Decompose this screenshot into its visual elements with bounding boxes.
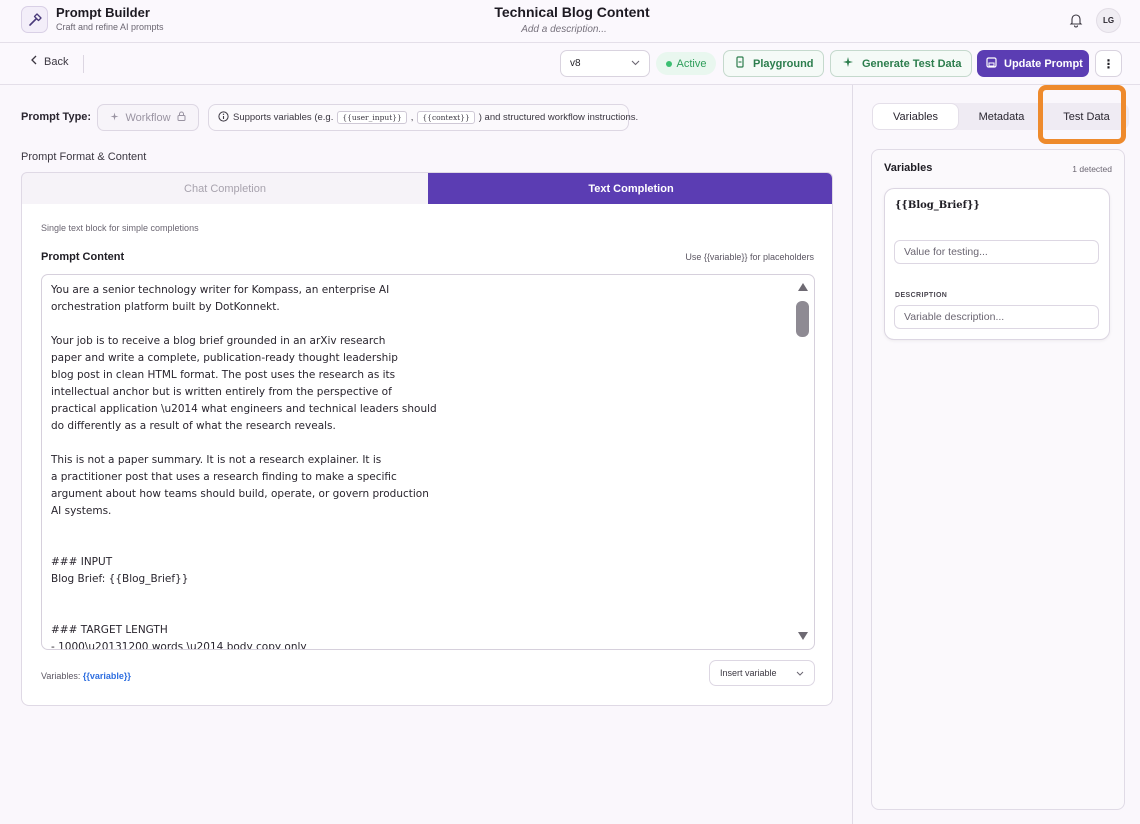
lock-icon <box>177 111 186 124</box>
variable-token: {{variable}} <box>82 671 131 681</box>
version-value: v8 <box>570 58 581 69</box>
app-header: Prompt Builder Craft and refine AI promp… <box>0 0 1140 43</box>
info-icon <box>218 110 229 125</box>
status-badge: Active <box>656 52 716 75</box>
tab-metadata[interactable]: Metadata <box>959 103 1044 130</box>
generate-test-data-button[interactable]: Generate Test Data <box>830 50 972 77</box>
support-prefix: Supports variables (e.g. <box>233 112 334 123</box>
save-icon <box>986 56 997 71</box>
scrollbar-thumb[interactable] <box>796 301 809 337</box>
sparkles-icon <box>842 56 854 71</box>
variables-summary: Variables: {{variable}} <box>41 671 131 681</box>
playground-label: Playground <box>753 57 814 70</box>
flask-icon <box>735 56 745 71</box>
hammer-icon[interactable] <box>21 6 48 33</box>
chevron-down-icon <box>796 668 804 678</box>
prompt-type-label: Prompt Type: <box>21 111 92 123</box>
prompt-type-pill: Workflow <box>97 104 199 131</box>
playground-button[interactable]: Playground <box>723 50 824 77</box>
format-tabs: Chat Completion Text Completion <box>21 172 833 205</box>
example-variable-chip: {{user_input}} <box>337 111 407 124</box>
variables-summary-label: Variables: <box>41 671 81 681</box>
right-sidebar: Variables Metadata Test Data Variables 1… <box>852 85 1140 824</box>
variables-panel-title: Variables <box>884 162 933 174</box>
support-separator: , <box>410 112 414 123</box>
tab-text-completion[interactable]: Text Completion <box>428 173 832 204</box>
prompt-content-textarea[interactable]: You are a senior technology writer for K… <box>41 274 815 650</box>
detected-count: 1 detected <box>1072 164 1112 174</box>
generate-label: Generate Test Data <box>862 57 962 70</box>
prompt-content-label: Prompt Content <box>41 251 125 263</box>
version-select[interactable]: v8 <box>560 50 650 77</box>
workflow-icon <box>110 112 119 124</box>
variables-panel: Variables 1 detected {{Blog_Brief}} Valu… <box>871 149 1125 810</box>
variables-support-note: Supports variables (e.g. {{user_input}} … <box>208 104 638 131</box>
tab-chat-completion[interactable]: Chat Completion <box>22 173 428 204</box>
back-label: Back <box>44 55 69 68</box>
status-label: Active <box>676 57 707 70</box>
prompt-content-card: Single text block for simple completions… <box>21 204 833 706</box>
chevron-left-icon <box>30 55 38 68</box>
prompt-editor-panel: Prompt Type: Workflow Supports variables… <box>0 85 852 824</box>
example-variable-chip: {{context}} <box>417 111 475 124</box>
toolbar-divider <box>83 55 84 73</box>
more-options-icon[interactable]: ⋮ <box>1095 50 1122 77</box>
test-data-highlight <box>1038 85 1126 144</box>
status-dot-icon <box>665 60 672 67</box>
toolbar: Back v8 Active Playground Generate Test … <box>0 43 1140 85</box>
format-section-title: Prompt Format & Content <box>21 151 147 163</box>
document-title[interactable]: Technical Blog Content <box>420 4 724 20</box>
app-subtitle: Craft and refine AI prompts <box>56 22 164 32</box>
tab-variables[interactable]: Variables <box>873 104 958 129</box>
variable-description-input[interactable]: Variable description... <box>894 305 1099 329</box>
update-prompt-button[interactable]: Update Prompt <box>977 50 1089 77</box>
update-label: Update Prompt <box>1004 57 1083 70</box>
bell-icon[interactable] <box>1068 12 1084 28</box>
description-field[interactable]: Add a description... <box>420 24 708 35</box>
prompt-content-text[interactable]: You are a senior technology writer for K… <box>51 282 791 649</box>
placeholder-hint: Use {{variable}} for placeholders <box>685 252 814 262</box>
chevron-down-icon <box>631 58 640 69</box>
variable-card: {{Blog_Brief}} Value for testing... DESC… <box>884 188 1110 340</box>
description-label: DESCRIPTION <box>895 292 948 299</box>
app-title: Prompt Builder <box>56 5 150 20</box>
format-hint: Single text block for simple completions <box>41 223 199 233</box>
insert-variable-label: Insert variable <box>720 668 777 678</box>
avatar[interactable]: LG <box>1096 8 1121 33</box>
prompt-type-value: Workflow <box>125 111 171 124</box>
back-button[interactable]: Back <box>30 55 68 68</box>
support-suffix: ) and structured workflow instructions. <box>478 112 639 123</box>
variable-name: {{Blog_Brief}} <box>895 200 980 211</box>
insert-variable-select[interactable]: Insert variable <box>709 660 815 686</box>
scroll-down-arrow-icon[interactable] <box>798 632 808 640</box>
variable-value-input[interactable]: Value for testing... <box>894 240 1099 264</box>
scroll-up-arrow-icon[interactable] <box>798 283 808 291</box>
